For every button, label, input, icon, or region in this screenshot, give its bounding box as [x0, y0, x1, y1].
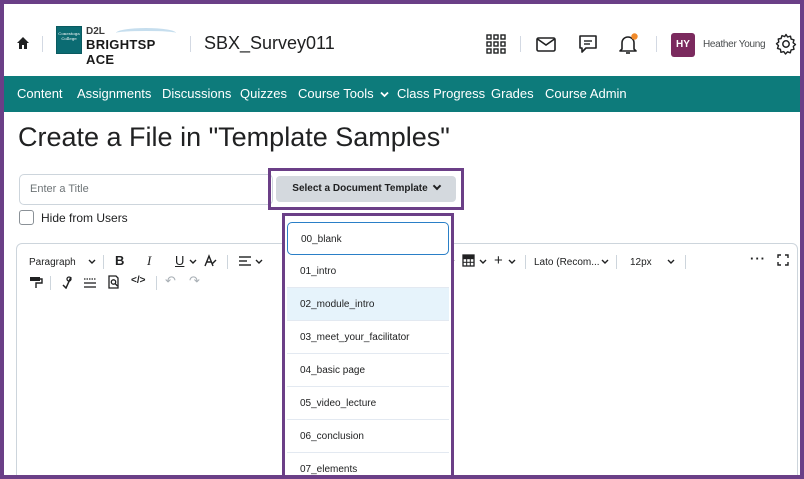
header: Conestoga College D2L BRIGHTSP ACE SBX_S… [4, 4, 800, 76]
course-title[interactable]: SBX_Survey011 [204, 33, 335, 54]
title-input[interactable]: Enter a Title [19, 174, 273, 205]
nav-item-discussions[interactable]: Discussions [162, 86, 231, 101]
logo-brightspace-text: BRIGHTSP ACE [86, 37, 156, 67]
app-window: Conestoga College D2L BRIGHTSP ACE SBX_S… [4, 4, 800, 475]
page-title: Create a File in "Template Samples" [18, 122, 450, 152]
toolbar-divider [227, 255, 228, 269]
font-family-value: Lato (Recom... [534, 257, 600, 268]
template-option-07-elements[interactable]: 07_elements [287, 453, 449, 475]
block-format-value: Paragraph [29, 257, 76, 268]
template-button-highlight: Select a Document Template [268, 168, 464, 210]
nav-item-content[interactable]: Content [17, 86, 63, 101]
font-size-value: 12px [630, 257, 652, 268]
home-icon[interactable] [16, 36, 30, 50]
align-icon[interactable] [238, 255, 252, 267]
font-family-select[interactable]: Lato (Recom... [534, 257, 600, 268]
header-divider [520, 36, 521, 52]
plus-icon[interactable]: + [494, 252, 503, 269]
chevron-down-icon [380, 91, 389, 98]
font-size-select[interactable]: 12px [630, 257, 652, 268]
fullscreen-icon[interactable] [777, 254, 789, 266]
bold-icon[interactable]: B [115, 253, 124, 268]
template-dropdown-highlight: 00_blank 01_intro 02_module_intro 03_mee… [282, 213, 454, 475]
chevron-down-icon [88, 259, 96, 264]
template-option-02-module-intro[interactable]: 02_module_intro [287, 288, 449, 321]
header-divider [190, 36, 191, 52]
underline-icon[interactable]: U [175, 253, 184, 268]
gear-icon[interactable] [774, 32, 798, 56]
more-actions-icon[interactable]: ··· [750, 251, 766, 266]
nav-item-course-tools[interactable]: Course Tools [298, 86, 389, 101]
hide-from-users-checkbox[interactable] [19, 210, 34, 225]
toolbar-divider [50, 276, 51, 290]
italic-icon[interactable]: I [147, 253, 151, 269]
format-painter-icon[interactable] [29, 276, 43, 290]
user-name[interactable]: Heather Young [703, 39, 766, 50]
font-color-icon[interactable] [203, 254, 217, 268]
chevron-down-icon [255, 259, 263, 264]
template-dropdown: 00_blank 01_intro 02_module_intro 03_mee… [287, 218, 449, 475]
mail-icon[interactable] [534, 32, 558, 56]
chat-icon[interactable] [576, 32, 600, 56]
redo-icon[interactable]: ↷ [189, 273, 200, 289]
crest-text: Conestoga College [58, 31, 80, 41]
word-count-icon[interactable] [83, 276, 97, 288]
preview-icon[interactable] [107, 275, 121, 289]
toolbar-divider [525, 255, 526, 269]
template-option-04-basic-page[interactable]: 04_basic page [287, 354, 449, 387]
chevron-down-icon [601, 259, 609, 264]
template-option-00-blank[interactable]: 00_blank [287, 222, 449, 255]
header-divider [42, 36, 43, 52]
toolbar-divider [103, 255, 104, 269]
chevron-down-icon [189, 259, 197, 264]
course-selector-grid-icon[interactable] [484, 32, 508, 56]
brightspace-logo[interactable]: Conestoga College D2L BRIGHTSP ACE [56, 26, 184, 67]
nav-item-assignments[interactable]: Assignments [77, 86, 151, 101]
template-option-03-meet-your-facilitator[interactable]: 03_meet_your_facilitator [287, 321, 449, 354]
source-code-icon[interactable]: </> [131, 275, 145, 286]
accessibility-checker-icon[interactable] [60, 275, 74, 289]
block-format-select[interactable]: Paragraph [29, 257, 76, 268]
avatar[interactable]: HY [671, 33, 695, 57]
header-divider [656, 36, 657, 52]
select-template-button[interactable]: Select a Document Template [276, 176, 456, 202]
template-option-06-conclusion[interactable]: 06_conclusion [287, 420, 449, 453]
college-crest-icon: Conestoga College [56, 26, 82, 54]
toolbar-divider [616, 255, 617, 269]
chevron-down-icon [508, 259, 516, 264]
toolbar-divider [685, 255, 686, 269]
template-option-01-intro[interactable]: 01_intro [287, 255, 449, 288]
chevron-down-icon [432, 181, 441, 191]
hide-from-users-label: Hide from Users [41, 211, 128, 225]
chevron-down-icon [667, 259, 675, 264]
nav-item-course-admin[interactable]: Course Admin [545, 86, 627, 101]
chevron-down-icon [479, 259, 487, 264]
nav-item-class-progress[interactable]: Class Progress [397, 86, 485, 101]
notification-bell-icon[interactable] [616, 32, 640, 56]
undo-icon[interactable]: ↶ [165, 273, 176, 289]
insert-table-icon[interactable] [462, 254, 476, 268]
nav-item-quizzes[interactable]: Quizzes [240, 86, 287, 101]
nav-item-course-tools-label: Course Tools [298, 86, 374, 101]
template-option-05-video-lecture[interactable]: 05_video_lecture [287, 387, 449, 420]
course-navbar: Content Assignments Discussions Quizzes … [4, 76, 800, 112]
logo-d2l-text: D2L [86, 26, 105, 37]
nav-item-grades[interactable]: Grades [491, 86, 534, 101]
select-template-label: Select a Document Template [292, 183, 428, 194]
toolbar-divider [156, 276, 157, 290]
